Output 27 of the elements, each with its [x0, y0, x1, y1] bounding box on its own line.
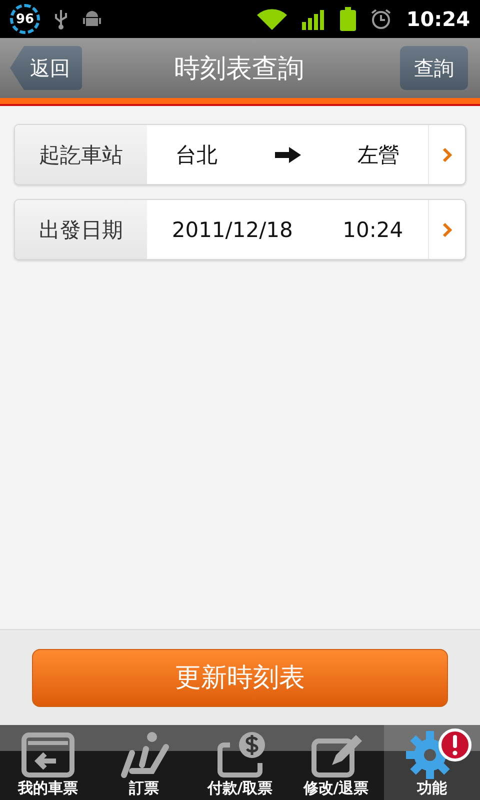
tab[interactable]: 修改/退票: [288, 725, 384, 800]
tab[interactable]: 訂票: [96, 725, 192, 800]
chevron-icon: [442, 222, 452, 238]
android-icon: [82, 9, 102, 29]
query-button[interactable]: 查詢: [400, 46, 468, 90]
departure-time: 10:24: [342, 218, 404, 242]
departure-date: 2011/12/18: [172, 218, 293, 242]
destination-station: 左營: [358, 142, 400, 168]
arrow-icon: [274, 146, 300, 162]
battery-icon: [340, 7, 356, 31]
clock-time: 10:24: [406, 7, 470, 31]
tab[interactable]: 我的車票: [0, 725, 96, 800]
row-label: 起訖車站: [15, 125, 147, 184]
usb-icon: [54, 8, 68, 30]
origin-station: 台北: [176, 142, 218, 168]
tab[interactable]: 功能: [384, 725, 480, 800]
battery-level: 96: [10, 4, 40, 34]
row-label: 出發日期: [15, 200, 147, 259]
screen-title: 時刻表查詢: [174, 52, 304, 86]
tab[interactable]: 付款/取票: [192, 725, 288, 800]
chevron-icon: [442, 146, 452, 162]
signal-icon: [302, 8, 326, 30]
alarm-icon: [370, 8, 392, 30]
form-row[interactable]: 出發日期 2011/12/18 10:24: [14, 199, 466, 260]
wifi-icon: [256, 7, 288, 31]
form-row[interactable]: 起訖車站 台北 左營: [14, 124, 466, 185]
back-button[interactable]: 返回: [10, 46, 82, 90]
